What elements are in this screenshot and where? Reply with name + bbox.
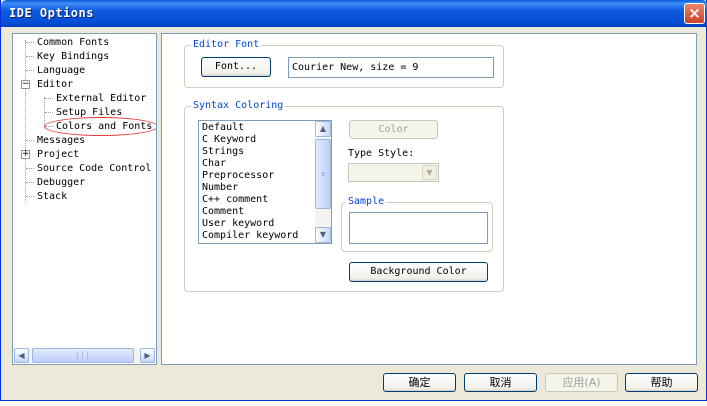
- scroll-left-icon[interactable]: ◀: [14, 348, 29, 363]
- list-item[interactable]: Strings: [202, 146, 244, 158]
- options-tree[interactable]: Common Fonts Key Bindings Language − Edi…: [12, 33, 157, 365]
- syntax-coloring-group: Syntax Coloring Default C Keyword String…: [184, 100, 504, 292]
- collapse-icon[interactable]: −: [21, 80, 30, 89]
- syntax-coloring-legend: Syntax Coloring: [191, 100, 286, 112]
- scrollbar-thumb[interactable]: ≡: [315, 139, 331, 209]
- tree-item-editor[interactable]: Editor: [37, 78, 73, 91]
- list-item[interactable]: Default: [202, 122, 244, 134]
- editor-font-legend: Editor Font: [191, 39, 262, 51]
- chevron-down-icon[interactable]: ▼: [422, 165, 437, 180]
- scroll-down-icon[interactable]: ▼: [315, 227, 331, 243]
- tree-horizontal-scrollbar[interactable]: ◀ ||| ▶: [14, 348, 155, 363]
- tree-item-source-code-control[interactable]: Source Code Control: [37, 162, 151, 175]
- tree-connector: [26, 182, 34, 183]
- type-style-label: Type Style:: [348, 148, 415, 159]
- tree-item-stack[interactable]: Stack: [37, 190, 67, 203]
- tree-item-project[interactable]: Project: [37, 148, 79, 161]
- sample-group: Sample: [341, 196, 493, 252]
- syntax-element-list[interactable]: Default C Keyword Strings Char Preproces…: [198, 120, 332, 244]
- cancel-button[interactable]: 取消: [464, 373, 537, 392]
- list-item[interactable]: Preprocessor: [202, 170, 274, 182]
- font-value-field[interactable]: Courier New, size = 9: [288, 57, 494, 78]
- list-item[interactable]: Char: [202, 158, 226, 170]
- tree-connector: [26, 140, 34, 141]
- sample-legend: Sample: [346, 196, 387, 208]
- list-item[interactable]: User keyword: [202, 218, 274, 230]
- tree-connector: [25, 40, 26, 202]
- tree-item-messages[interactable]: Messages: [37, 134, 85, 147]
- tree-connector: [26, 56, 34, 57]
- sample-preview: [349, 212, 488, 244]
- font-button[interactable]: Font...: [201, 57, 271, 77]
- tree-item-key-bindings[interactable]: Key Bindings: [37, 50, 109, 63]
- tree-connector: [26, 196, 34, 197]
- list-item[interactable]: C Keyword: [202, 134, 256, 146]
- tree-connector: [26, 42, 34, 43]
- tree-connector: [26, 70, 34, 71]
- help-button[interactable]: 帮助: [625, 373, 698, 392]
- list-item[interactable]: Comment: [202, 206, 244, 218]
- scrollbar-thumb[interactable]: |||: [32, 348, 134, 363]
- list-item[interactable]: C++ comment: [202, 194, 268, 206]
- tree-connector: [26, 168, 34, 169]
- tree-item-common-fonts[interactable]: Common Fonts: [37, 36, 109, 49]
- editor-font-group: Editor Font Font... Courier New, size = …: [184, 39, 504, 88]
- title-bar[interactable]: IDE Options ×: [1, 0, 707, 27]
- scroll-right-icon[interactable]: ▶: [140, 348, 155, 363]
- tree-connector: [45, 98, 53, 99]
- settings-panel: Editor Font Font... Courier New, size = …: [161, 33, 697, 365]
- apply-button[interactable]: 应用(A): [545, 373, 618, 392]
- list-item[interactable]: Number: [202, 182, 238, 194]
- list-item[interactable]: Compiler keyword: [202, 230, 298, 242]
- type-style-select[interactable]: ▼: [348, 163, 439, 182]
- tree-item-language[interactable]: Language: [37, 64, 85, 77]
- tree-item-debugger[interactable]: Debugger: [37, 176, 85, 189]
- tree-item-external-editor[interactable]: External Editor: [56, 92, 146, 105]
- close-button[interactable]: ×: [684, 3, 705, 24]
- tree-connector: [45, 112, 53, 113]
- background-color-button[interactable]: Background Color: [349, 262, 488, 282]
- scroll-up-icon[interactable]: ▲: [315, 121, 331, 137]
- color-button[interactable]: Color: [349, 120, 438, 139]
- syntax-list-scrollbar[interactable]: ▲ ≡ ▼: [315, 121, 331, 243]
- expand-icon[interactable]: +: [21, 150, 30, 159]
- tree-connector: [44, 97, 45, 125]
- window-title: IDE Options: [9, 6, 94, 20]
- ide-options-dialog: IDE Options × Common Fonts Key Bindings …: [0, 0, 707, 401]
- ok-button[interactable]: 确定: [383, 373, 456, 392]
